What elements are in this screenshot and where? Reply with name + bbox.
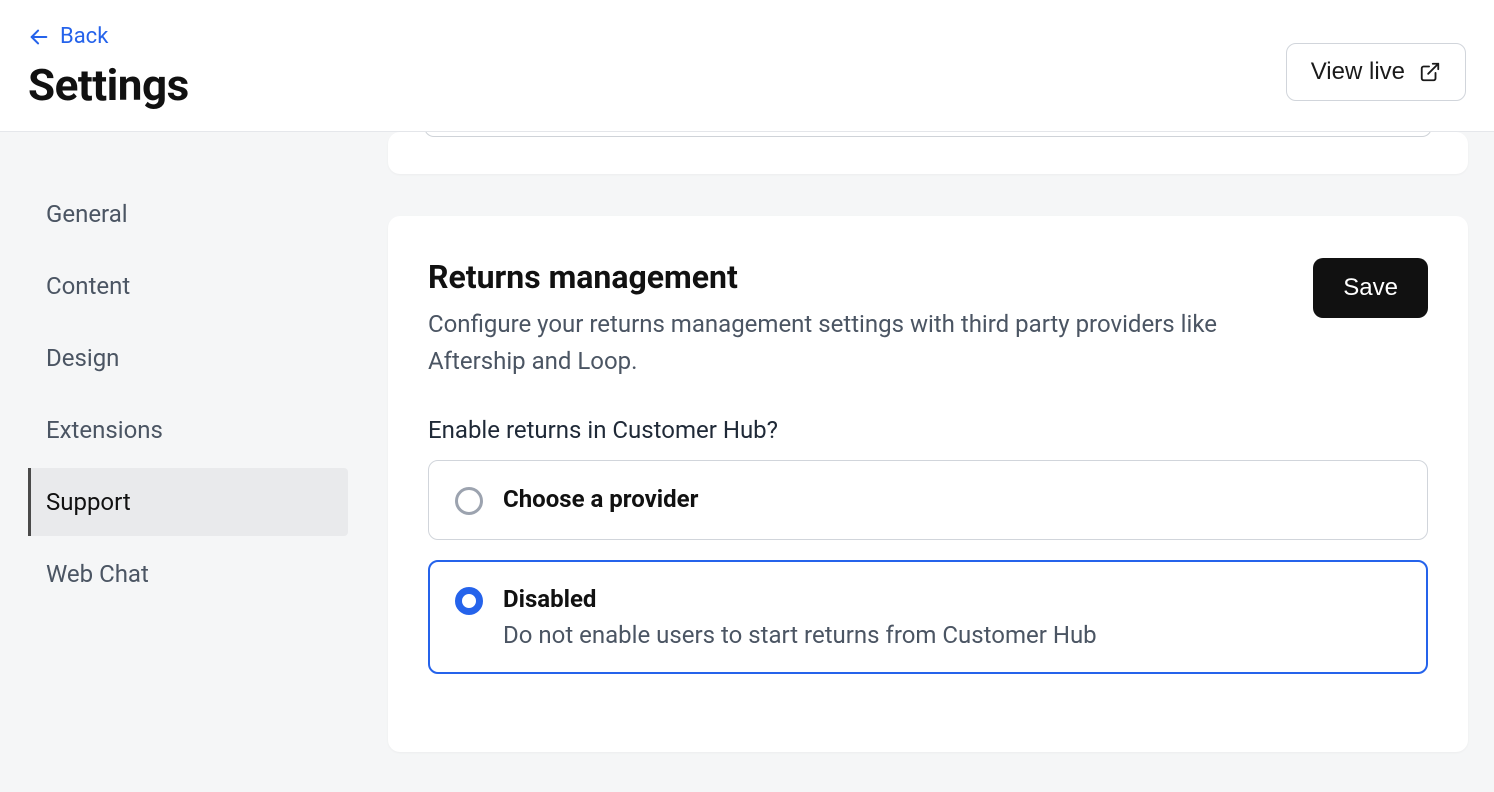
enable-returns-label: Enable returns in Customer Hub? [428,416,1428,444]
sidebar-item-design[interactable]: Design [28,324,348,392]
card-header: Returns management Configure your return… [428,258,1428,380]
sidebar-item-content[interactable]: Content [28,252,348,320]
arrow-left-icon [28,26,50,48]
radio-label: Choose a provider [503,485,698,513]
previous-card-stub [388,132,1468,174]
body-area: General Content Design Extensions Suppor… [0,132,1494,792]
save-button[interactable]: Save [1313,258,1428,318]
back-link[interactable]: Back [28,24,189,49]
sidebar-item-extensions[interactable]: Extensions [28,396,348,464]
returns-management-card: Returns management Configure your return… [388,216,1468,752]
back-label: Back [60,24,108,49]
view-live-button[interactable]: View live [1286,43,1466,101]
card-description: Configure your returns management settin… [428,306,1268,380]
sidebar-item-support[interactable]: Support [28,468,348,536]
external-link-icon [1419,61,1441,83]
sidebar-item-general[interactable]: General [28,180,348,248]
card-title: Returns management [428,258,1268,296]
main-content: Returns management Configure your return… [348,132,1494,792]
radio-icon [455,487,483,515]
page-title: Settings [28,59,189,111]
settings-sidebar: General Content Design Extensions Suppor… [0,132,348,792]
page-header: Back Settings View live [0,0,1494,132]
radio-option-choose-provider[interactable]: Choose a provider [428,460,1428,540]
view-live-label: View live [1311,58,1405,86]
radio-icon [455,587,483,615]
header-left: Back Settings [28,24,189,111]
radio-label: Disabled [503,585,1097,613]
card-heading-block: Returns management Configure your return… [428,258,1268,380]
sidebar-item-web-chat[interactable]: Web Chat [28,540,348,608]
radio-sublabel: Do not enable users to start returns fro… [503,621,1097,649]
radio-option-disabled[interactable]: Disabled Do not enable users to start re… [428,560,1428,674]
